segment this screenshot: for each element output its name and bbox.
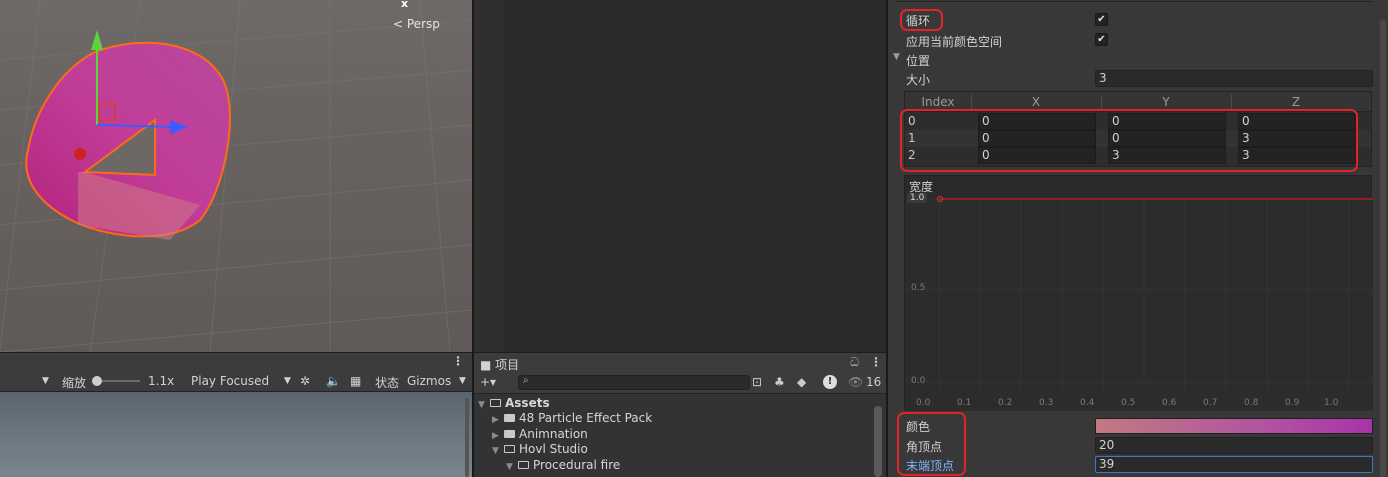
size-label: 大小 bbox=[906, 73, 931, 87]
projection-toggle[interactable]: < Persp bbox=[393, 17, 440, 31]
chevron-down-icon[interactable]: ▼ bbox=[459, 376, 466, 386]
project-header: ■ 项目 ධ ⋮ bbox=[474, 352, 886, 373]
scene-grid-and-gizmo bbox=[0, 0, 472, 352]
game-view[interactable] bbox=[0, 392, 472, 477]
hierarchy-panel bbox=[474, 0, 886, 352]
column-header-index: Index bbox=[921, 95, 955, 109]
inspector-top-divider bbox=[896, 0, 1372, 2]
x-tick-label: 0.8 bbox=[1244, 398, 1259, 408]
add-asset-button[interactable]: +▾ bbox=[480, 375, 496, 389]
y-tick-label: 0.0 bbox=[911, 376, 926, 386]
x-tick-label: 0.7 bbox=[1203, 398, 1218, 408]
stats-button[interactable]: 状态 bbox=[375, 374, 399, 391]
project-search-input[interactable]: ⌕ bbox=[518, 375, 750, 390]
package-count-badge: 16 bbox=[866, 375, 882, 389]
folder-open-icon bbox=[518, 461, 529, 469]
tree-item[interactable]: ▶ Animnation bbox=[492, 427, 588, 443]
highlight-positions bbox=[900, 109, 1358, 172]
loop-checkbox[interactable]: ✔ bbox=[1095, 13, 1108, 26]
highlight-vertex-settings bbox=[897, 412, 966, 476]
tree-item[interactable]: ▼ Assets bbox=[478, 396, 550, 412]
hidden-packages-icon[interactable]: 👁 bbox=[848, 375, 863, 389]
project-tree: ▼ Assets ▶ 48 Particle Effect Pack ▶ Animna… bbox=[474, 394, 886, 477]
project-scrollbar[interactable] bbox=[874, 406, 882, 477]
scale-slider[interactable] bbox=[92, 374, 142, 391]
positions-label[interactable]: 位置 bbox=[906, 52, 930, 69]
color-space-checkbox[interactable]: ✔ bbox=[1095, 33, 1108, 46]
color-space-label: 应用当前颜色空间 bbox=[906, 35, 1003, 49]
x-tick-label: 0.9 bbox=[1285, 398, 1300, 408]
more-options-icon[interactable]: ⋮ bbox=[870, 355, 882, 369]
filter-icon[interactable]: ♣ bbox=[774, 375, 785, 389]
project-tab-label: 项目 bbox=[495, 358, 520, 372]
x-tick-label: 0.1 bbox=[957, 398, 972, 408]
scale-value: 1.1x bbox=[148, 374, 175, 388]
gizmos-button[interactable]: Gizmos bbox=[407, 374, 451, 388]
curve-value-label: 1.0 bbox=[907, 193, 928, 203]
inspector-scrollbar[interactable] bbox=[1380, 20, 1386, 477]
x-tick-label: 0.2 bbox=[998, 398, 1013, 408]
x-tick-label: 0.3 bbox=[1039, 398, 1054, 408]
more-options-icon[interactable]: ⋮ bbox=[452, 354, 464, 368]
end-cap-vertices-field[interactable]: 39 bbox=[1095, 456, 1373, 473]
folder-open-icon bbox=[504, 445, 515, 453]
projection-label: Persp bbox=[406, 17, 440, 31]
column-header-z: Z bbox=[1291, 95, 1301, 109]
game-toolbar: ▼ 缩放 1.1x Play Focused ▼ ✲ 🔈 ▦ 状态 Gizmos… bbox=[0, 370, 472, 392]
size-field[interactable]: 3 bbox=[1095, 70, 1373, 87]
expand-arrow-icon[interactable]: ▼ bbox=[492, 446, 504, 456]
tree-item[interactable]: ▼ Hovl Studio bbox=[492, 442, 588, 458]
project-toolbar: +▾ ⌕ ⊡ ♣ ◆ ! 👁 16 bbox=[474, 372, 886, 394]
expand-arrow-icon[interactable]: ▶ bbox=[492, 415, 504, 425]
foldout-arrow-icon[interactable]: ▼ bbox=[893, 52, 900, 62]
chevron-down-icon[interactable]: ▼ bbox=[42, 376, 49, 386]
play-mode-dropdown[interactable]: Play Focused bbox=[191, 374, 269, 388]
column-header-y: Y bbox=[1162, 95, 1170, 109]
expand-arrow-icon[interactable]: ▼ bbox=[506, 462, 518, 472]
x-tick-label: 1.0 bbox=[1324, 398, 1339, 408]
game-scrollbar[interactable] bbox=[465, 398, 469, 477]
warning-icon[interactable]: ! bbox=[823, 375, 837, 389]
scale-label: 缩放 bbox=[62, 376, 87, 390]
keyboard-icon[interactable]: ▦ bbox=[350, 374, 361, 388]
x-tick-label: 0.0 bbox=[916, 398, 931, 408]
folder-icon: ■ bbox=[480, 358, 492, 372]
folder-icon bbox=[504, 430, 515, 438]
scene-view[interactable]: x < Persp bbox=[0, 0, 472, 352]
highlight-loop bbox=[900, 9, 943, 31]
x-tick-label: 0.6 bbox=[1162, 398, 1177, 408]
corner-vertices-field[interactable]: 20 bbox=[1095, 437, 1373, 454]
y-tick-label: 0.5 bbox=[911, 283, 926, 293]
hierarchy-gutter bbox=[474, 0, 506, 352]
audio-mute-icon[interactable]: 🔈 bbox=[326, 374, 341, 388]
folder-icon bbox=[504, 414, 515, 422]
color-gradient-field[interactable] bbox=[1095, 418, 1373, 434]
game-view-header: ⋮ bbox=[0, 352, 472, 370]
lock-icon[interactable]: ධ bbox=[850, 355, 859, 370]
axis-x-label: x bbox=[401, 0, 409, 10]
width-curve-editor[interactable]: 宽度 1.0 0.5 0.0 0.0 0.1 0.2 0.3 0.4 0.5 0… bbox=[904, 175, 1373, 411]
search-icon: ⌕ bbox=[523, 375, 529, 386]
tab-project[interactable]: ■ 项目 bbox=[474, 353, 534, 373]
tree-item[interactable]: ▼ Procedural fire bbox=[506, 458, 620, 474]
x-tick-label: 0.4 bbox=[1080, 398, 1095, 408]
tree-item[interactable]: ▶ 48 Particle Effect Pack bbox=[492, 411, 652, 427]
label-icon[interactable]: ◆ bbox=[797, 375, 806, 389]
expand-arrow-icon[interactable]: ▼ bbox=[478, 400, 490, 410]
chevron-down-icon[interactable]: ▼ bbox=[284, 376, 291, 386]
x-tick-label: 0.5 bbox=[1121, 398, 1136, 408]
bug-icon[interactable]: ✲ bbox=[300, 374, 310, 388]
search-by-type-icon[interactable]: ⊡ bbox=[752, 375, 762, 389]
column-header-x: X bbox=[1031, 95, 1041, 109]
curve-grid bbox=[905, 196, 1373, 411]
folder-open-icon bbox=[490, 399, 501, 407]
expand-arrow-icon[interactable]: ▶ bbox=[492, 431, 504, 441]
